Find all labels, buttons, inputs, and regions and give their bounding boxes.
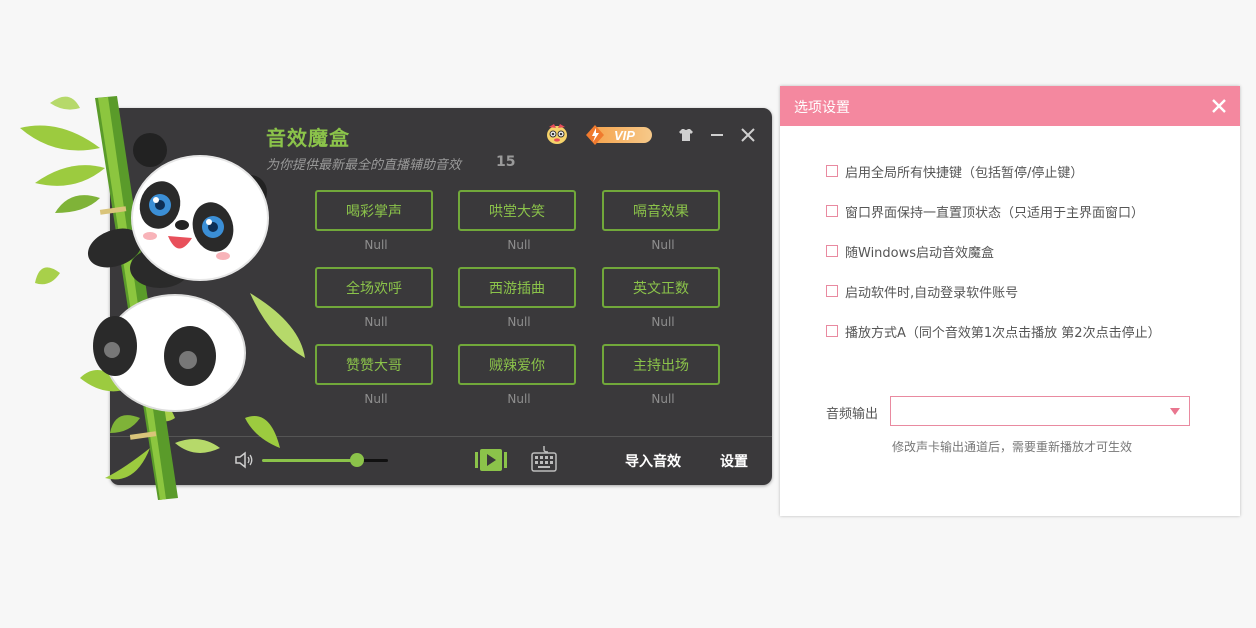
volume-slider[interactable] (262, 450, 388, 470)
chevron-down-icon (1170, 408, 1180, 415)
mascot-icon[interactable] (544, 122, 570, 146)
sound-button[interactable]: 英文正数 (602, 267, 720, 308)
sound-button[interactable]: 哄堂大笑 (458, 190, 576, 231)
option-auto-login[interactable]: 启动软件时,自动登录软件账号 (826, 282, 1019, 301)
sound-button[interactable]: 喝彩掌声 (315, 190, 433, 231)
sound-status: Null (507, 238, 531, 252)
video-icon[interactable] (474, 447, 508, 473)
vip-label: VIP (614, 128, 635, 143)
sound-status: Null (651, 392, 675, 406)
audio-output-label: 音频输出 (826, 407, 879, 422)
volume-thumb[interactable] (349, 453, 364, 467)
sound-cell: 喝彩掌声 Null (315, 190, 437, 260)
keyboard-icon[interactable] (530, 444, 558, 474)
sound-cell: 贼辣爱你 Null (458, 344, 580, 410)
sound-cell: 全场欢呼 Null (315, 267, 437, 337)
checkbox[interactable] (826, 285, 838, 297)
audio-output-hint: 修改声卡输出通道后，需要重新播放才可生效 (892, 440, 1133, 454)
option-label: 随Windows启动音效魔盒 (845, 245, 995, 261)
sound-button[interactable]: 嗝音效果 (602, 190, 720, 231)
sound-button[interactable]: 赞赞大哥 (315, 344, 433, 385)
main-window: 音效魔盒 为你提供最新最全的直播辅助音效 15 VIP 喝彩掌声 Null 哄堂… (110, 108, 772, 485)
sound-button[interactable]: 贼辣爱你 (458, 344, 576, 385)
option-start-with-windows[interactable]: 随Windows启动音效魔盒 (826, 242, 995, 261)
sound-status: Null (364, 238, 388, 252)
sound-cell: 英文正数 Null (602, 267, 724, 337)
option-label: 播放方式A（同个音效第1次点击播放 第2次点击停止） (845, 325, 1161, 341)
close-icon[interactable] (740, 127, 756, 143)
import-sound-button[interactable]: 导入音效 (625, 451, 681, 471)
option-always-on-top[interactable]: 窗口界面保持一直置顶状态（只适用于主界面窗口） (826, 202, 1145, 221)
sound-status: Null (651, 315, 675, 329)
bottom-toolbar: 导入音效 设置 (110, 438, 772, 484)
checkbox[interactable] (826, 325, 838, 337)
dialog-header: 选项设置 (780, 86, 1240, 126)
skin-icon[interactable] (678, 128, 694, 142)
app-title: 音效魔盒 (266, 126, 350, 150)
sound-status: Null (364, 315, 388, 329)
sound-cell: 哄堂大笑 Null (458, 190, 580, 260)
vip-badge[interactable]: VIP (584, 124, 654, 146)
option-label: 启用全局所有快捷键（包括暂停/停止键） (845, 165, 1084, 181)
sound-status: Null (507, 392, 531, 406)
option-global-hotkeys[interactable]: 启用全局所有快捷键（包括暂停/停止键） (826, 162, 1084, 181)
volume-icon[interactable] (234, 450, 254, 470)
checkbox[interactable] (826, 245, 838, 257)
sound-count: 15 (496, 154, 516, 170)
sound-status: Null (507, 315, 531, 329)
option-label: 启动软件时,自动登录软件账号 (845, 285, 1019, 301)
close-icon[interactable] (1210, 97, 1228, 115)
sound-cell: 赞赞大哥 Null (315, 344, 437, 410)
sound-cell: 嗝音效果 Null (602, 190, 724, 260)
sound-grid: 喝彩掌声 Null 哄堂大笑 Null 嗝音效果 Null 全场欢呼 Null … (315, 190, 725, 410)
sound-button[interactable]: 西游插曲 (458, 267, 576, 308)
sound-button[interactable]: 主持出场 (602, 344, 720, 385)
volume-fill (262, 459, 357, 462)
checkbox[interactable] (826, 205, 838, 217)
sound-status: Null (651, 238, 675, 252)
options-dialog: 选项设置 启用全局所有快捷键（包括暂停/停止键） 窗口界面保持一直置顶状态（只适… (780, 86, 1240, 516)
checkbox[interactable] (826, 165, 838, 177)
bottom-divider (110, 436, 772, 437)
audio-output-select[interactable] (890, 396, 1190, 426)
sound-status: Null (364, 392, 388, 406)
settings-button[interactable]: 设置 (720, 451, 748, 471)
minimize-icon[interactable] (709, 127, 725, 143)
app-subtitle: 为你提供最新最全的直播辅助音效 (266, 158, 462, 173)
option-label: 窗口界面保持一直置顶状态（只适用于主界面窗口） (845, 205, 1145, 221)
sound-button[interactable]: 全场欢呼 (315, 267, 433, 308)
option-play-mode-a[interactable]: 播放方式A（同个音效第1次点击播放 第2次点击停止） (826, 322, 1161, 341)
dialog-title: 选项设置 (794, 100, 850, 116)
sound-cell: 西游插曲 Null (458, 267, 580, 337)
sound-cell: 主持出场 Null (602, 344, 724, 410)
